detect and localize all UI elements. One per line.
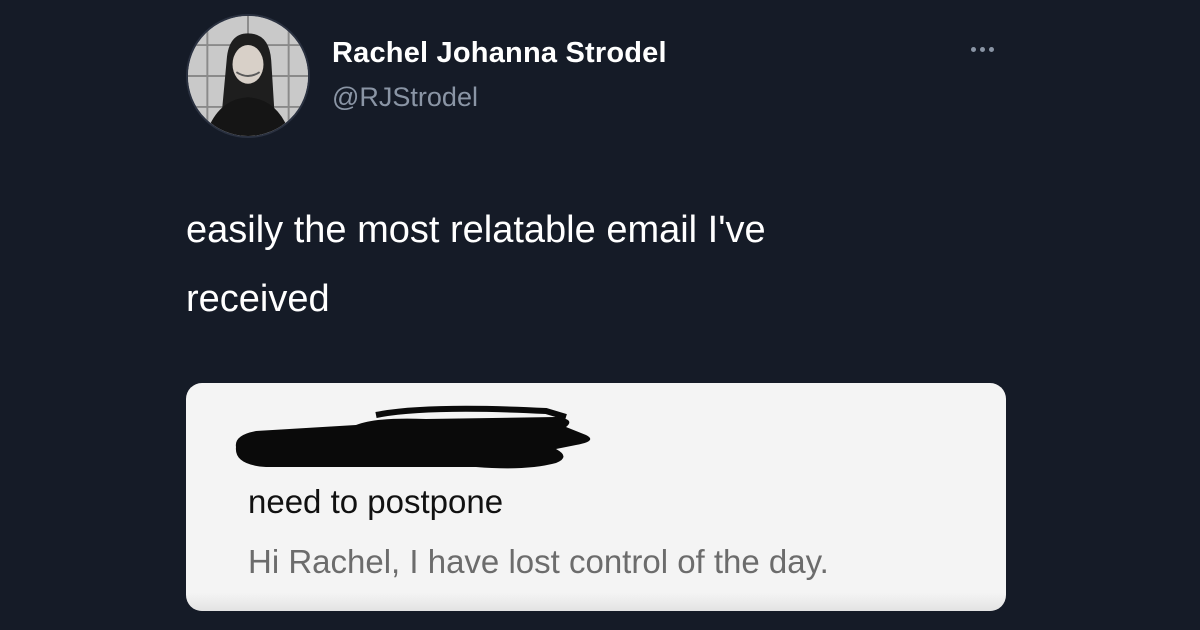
tweet-text-line: easily the most relatable email I've <box>186 209 766 251</box>
more-dot <box>988 46 994 52</box>
redacted-sender <box>226 397 606 473</box>
display-name[interactable]: Rachel Johanna Strodel <box>332 37 667 70</box>
tweet-card: Rachel Johanna Strodel @RJStrodel easily… <box>0 0 1200 630</box>
more-dot <box>979 46 985 52</box>
tweet-text-line: received <box>186 278 330 320</box>
email-preview: Hi Rachel, I have lost control of the da… <box>248 543 829 580</box>
tweet-text: easily the most relatable email I've rec… <box>186 196 1006 334</box>
avatar-photo <box>188 16 308 136</box>
email-screenshot-card[interactable]: need to postpone Hi Rachel, I have lost … <box>186 383 1006 611</box>
more-options-button[interactable] <box>958 34 1006 64</box>
profile-avatar[interactable] <box>186 14 310 138</box>
user-handle[interactable]: @RJStrodel <box>332 82 478 113</box>
card-divider <box>186 593 1006 611</box>
more-horizontal-icon <box>970 46 976 52</box>
email-subject: need to postpone <box>248 483 504 520</box>
